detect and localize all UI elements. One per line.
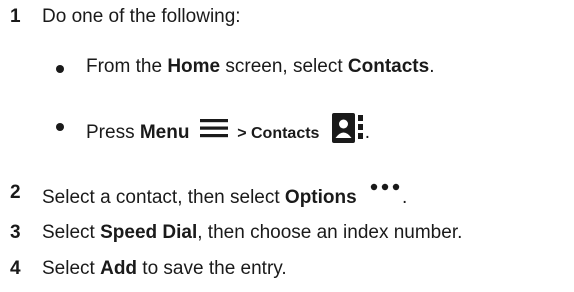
text-part: to save the entry.	[137, 258, 287, 279]
text-part: .	[401, 187, 408, 209]
bullet-text: From the Home screen, select Contacts.	[86, 56, 434, 78]
text-part: .	[429, 56, 435, 77]
text-part: >	[232, 125, 251, 143]
text-part: Press	[86, 122, 140, 144]
bullet-dot	[56, 65, 64, 73]
hamburger-menu-icon	[199, 119, 228, 138]
bullet-text: Press Menu > Contacts .	[86, 112, 370, 154]
step-text: Select a contact, then select Options .	[42, 182, 407, 214]
step-text: Do one of the following:	[42, 6, 241, 27]
step-number: 4	[10, 258, 21, 279]
contacts-label: Contacts	[250, 125, 320, 143]
text-part: screen, select	[220, 56, 348, 77]
add-label: Add	[100, 258, 138, 279]
text-part: .	[364, 122, 370, 144]
step-text: Select Add to save the entry.	[42, 258, 287, 280]
options-label: Options	[284, 187, 357, 209]
menu-label: Menu	[139, 122, 190, 144]
instruction-page: { "steps": [ { "number": "1", "text": "D…	[0, 0, 574, 292]
step-number: 1	[10, 6, 21, 27]
text-part: , then choose an index number.	[197, 222, 463, 243]
text-part: From the	[86, 56, 168, 77]
speed-dial-label: Speed Dial	[100, 222, 198, 243]
step-number: 2	[10, 182, 21, 203]
text-part: Select a contact, then select	[42, 187, 285, 209]
contacts-label: Contacts	[347, 56, 430, 77]
text-part: Select	[42, 222, 101, 243]
contacts-icon	[331, 113, 363, 143]
step-number: 3	[10, 222, 21, 243]
step-text: Select Speed Dial, then choose an index …	[42, 222, 462, 244]
bullet-dot	[56, 123, 64, 131]
more-options-icon	[370, 183, 400, 191]
text-part: Select	[42, 258, 101, 279]
home-label: Home	[167, 56, 221, 77]
